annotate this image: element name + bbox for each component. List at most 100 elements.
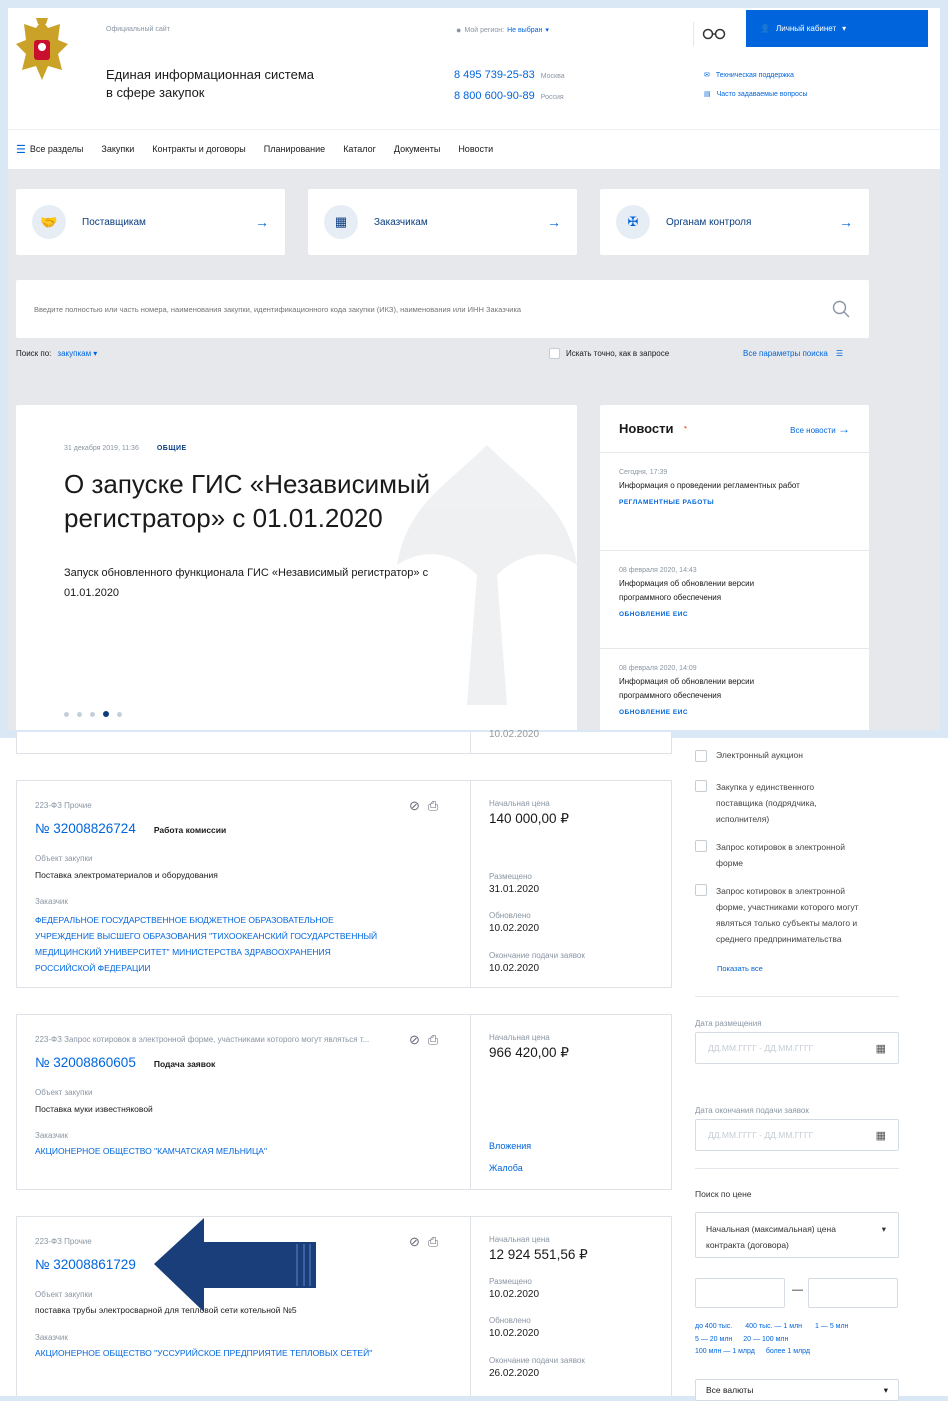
customer-label: Заказчик (35, 1131, 68, 1140)
phone2[interactable]: 8 800 600-90-89 (454, 90, 535, 102)
nav-item-contracts[interactable]: Контракты и договоры (152, 144, 246, 154)
attachments-link[interactable]: Вложения (489, 1141, 531, 1151)
nav-item-documents[interactable]: Документы (394, 144, 440, 154)
tile-suppliers[interactable]: 🤝 Поставщикам → (16, 189, 285, 255)
site-header: Официальный сайт Единая информационная с… (8, 8, 940, 129)
calendar-icon[interactable]: ▦ (876, 1042, 886, 1055)
all-news-link[interactable]: Все новости → (790, 422, 850, 436)
cabinet-button[interactable]: 👤 Личный кабинет ▾ (746, 10, 928, 47)
menu-grid-icon[interactable]: ☰ (16, 143, 26, 156)
carousel-dot[interactable] (90, 711, 95, 717)
price-value: 966 420,00 ₽ (489, 1045, 569, 1060)
region-selector[interactable]: ● Мой регион: Не выбран ▾ (456, 25, 549, 35)
compass-icon[interactable]: ⊘ (409, 1234, 420, 1250)
customer-line: УЧРЕЖДЕНИЕ ВЫСШЕГО ОБРАЗОВАНИЯ "ТИХООКЕА… (35, 931, 378, 941)
rss-icon[interactable]: ◔ (682, 423, 688, 434)
main-nav: ☰ Все разделы Закупки Контракты и догово… (8, 129, 940, 169)
date-posted-input[interactable]: ДД.ММ.ГГГГ - ДД.ММ.ГГГГ ▦ (695, 1032, 899, 1064)
price-max-input[interactable] (808, 1278, 898, 1308)
show-all-link[interactable]: Показать все (717, 964, 763, 973)
checkbox-box[interactable] (695, 750, 707, 762)
customer-link[interactable]: ФЕДЕРАЛЬНОЕ ГОСУДАРСТВЕННОЕ БЮДЖЕТНОЕ ОБ… (35, 912, 377, 976)
end-label: Окончание подачи заявок (489, 1356, 585, 1365)
price-range-link[interactable]: до 400 тыс. (695, 1321, 732, 1334)
search-bar[interactable] (16, 280, 869, 338)
search-icon[interactable] (831, 299, 851, 319)
carousel-dot[interactable] (77, 711, 82, 717)
news-banner[interactable]: 31 декабря 2019, 11:36 ОБЩИЕ О запуске Г… (16, 405, 577, 730)
currency-select[interactable]: Все валюты ▾ (695, 1379, 899, 1401)
price-range-link[interactable]: 100 млн — 1 млрд (695, 1346, 755, 1359)
arrow-annotation-icon (152, 1216, 318, 1314)
checkbox-box[interactable] (695, 840, 707, 852)
filter-method-item[interactable]: Электронный аукцион (695, 750, 803, 762)
divider (470, 781, 471, 987)
price-range-link[interactable]: более 1 млрд (766, 1346, 810, 1359)
carousel-dot[interactable] (64, 711, 69, 717)
exact-search-checkbox[interactable]: Искать точно, как в запросе (549, 348, 669, 359)
print-icon[interactable]: ⎙ (428, 1032, 438, 1048)
news-date: 08 февраля 2020, 14:43 (619, 567, 697, 574)
filter-method-item[interactable]: Запрос котировок в электронной форме (695, 839, 845, 871)
news-headline-line2: программного обеспечения (619, 593, 722, 602)
news-item[interactable]: 08 февраля 2020, 14:09 Информация об обн… (600, 649, 869, 716)
news-item[interactable]: Сегодня, 17:39 Информация о проведении р… (600, 453, 869, 551)
all-params-link[interactable]: Все параметры поиска ☰ (743, 349, 843, 358)
customer-link[interactable]: АКЦИОНЕРНОЕ ОБЩЕСТВО "УССУРИЙСКОЕ ПРЕДПР… (35, 1348, 372, 1358)
tile-customers[interactable]: ▦ Заказчикам → (308, 189, 577, 255)
purchase-number-link[interactable]: № 32008860605 (35, 1055, 136, 1070)
calendar-icon[interactable]: ▦ (876, 1129, 886, 1142)
purchase-number-link[interactable]: № 32008826724 (35, 821, 136, 836)
official-site-label: Официальный сайт (106, 26, 170, 33)
print-icon[interactable]: ⎙ (428, 1234, 438, 1250)
filter-method-item[interactable]: Запрос котировок в электронной форме, уча… (695, 883, 858, 947)
filter-method-line: форме (716, 858, 744, 868)
price-range-link[interactable]: 5 — 20 млн (695, 1334, 732, 1347)
tile-control[interactable]: ✠ Органам контроля → (600, 189, 869, 255)
faq-link[interactable]: ▤ Часто задаваемые вопросы (704, 90, 807, 99)
banner-title: О запуске ГИС «Независимый регистратор» … (64, 467, 430, 535)
site-title[interactable]: Единая информационная система в сфере за… (106, 66, 314, 102)
nav-item-all[interactable]: Все разделы (30, 144, 84, 154)
nav-item-planning[interactable]: Планирование (264, 144, 325, 154)
date-end-input[interactable]: ДД.ММ.ГГГГ - ДД.ММ.ГГГГ ▦ (695, 1119, 899, 1151)
checkbox-box[interactable] (695, 780, 707, 792)
price-min-input[interactable] (695, 1278, 785, 1308)
filter-method-item[interactable]: Закупка у единственного поставщика (подря… (695, 779, 817, 827)
checkbox-box[interactable] (549, 348, 560, 359)
nav-item-purchases[interactable]: Закупки (101, 144, 134, 154)
nav-item-catalog[interactable]: Каталог (343, 144, 376, 154)
emblem-logo[interactable] (14, 14, 70, 86)
nav-item-news[interactable]: Новости (458, 144, 493, 154)
news-item[interactable]: 08 февраля 2020, 14:43 Информация об обн… (600, 551, 869, 649)
price-range-link[interactable]: 400 тыс. — 1 млн (745, 1321, 802, 1334)
glasses-icon[interactable] (693, 22, 733, 46)
site-title-line2: в сфере закупок (106, 85, 205, 100)
price-range-link[interactable]: 20 — 100 млн (743, 1334, 788, 1347)
carousel-dot[interactable] (117, 711, 122, 717)
region-label: Мой регион: (464, 26, 505, 34)
carousel-dot-active[interactable] (103, 711, 109, 717)
carousel-dots[interactable] (64, 711, 122, 717)
checkbox-box[interactable] (695, 884, 707, 896)
result-card-previous: 10.02.2020 (16, 729, 672, 754)
compass-icon[interactable]: ⊘ (409, 798, 420, 814)
phone1[interactable]: 8 495 739-25-83 (454, 69, 535, 81)
customer-link[interactable]: АКЦИОНЕРНОЕ ОБЩЕСТВО "КАМЧАТСКАЯ МЕЛЬНИЦ… (35, 1146, 267, 1156)
compass-icon[interactable]: ⊘ (409, 1032, 420, 1048)
support-link[interactable]: ✉ Техническая поддержка (704, 71, 794, 80)
banner-title-line2: регистратор» с 01.01.2020 (64, 503, 383, 533)
date-placeholder: ДД.ММ.ГГГГ - ДД.ММ.ГГГГ (708, 1130, 814, 1140)
end-label: Окончание подачи заявок (489, 951, 585, 960)
content-area: 🤝 Поставщикам → ▦ Заказчикам → ✠ Органам… (8, 169, 940, 730)
complaint-link[interactable]: Жалоба (489, 1163, 523, 1173)
all-params-label: Все параметры поиска (743, 349, 828, 358)
price-type-select[interactable]: Начальная (максимальная) цена контракта … (695, 1212, 899, 1258)
search-input[interactable] (34, 304, 831, 314)
print-icon[interactable]: ⎙ (428, 798, 438, 814)
phone1-city: Москва (540, 73, 565, 80)
status-label: Подача заявок (153, 1059, 216, 1069)
search-by-value[interactable]: закупкам ▾ (57, 349, 97, 358)
purchase-number-link[interactable]: № 32008861729 (35, 1257, 136, 1272)
price-range-link[interactable]: 1 — 5 млн (815, 1321, 848, 1334)
